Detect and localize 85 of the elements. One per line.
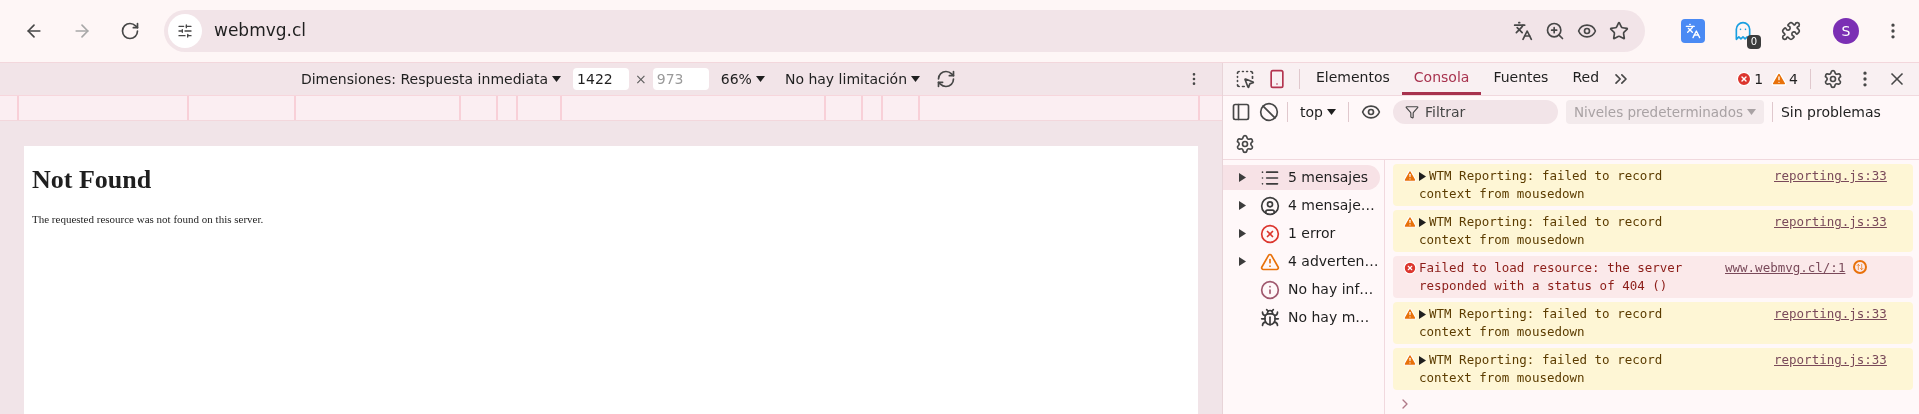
expand-triangle-icon[interactable]: [1239, 229, 1246, 238]
settings-icon[interactable]: [1823, 69, 1843, 89]
reload-icon: [120, 21, 140, 41]
expand-triangle-icon[interactable]: [1239, 173, 1246, 182]
caret-icon: [911, 76, 920, 82]
devtools-tab[interactable]: Consola: [1401, 63, 1482, 95]
filter-icon: [1404, 105, 1419, 119]
message-text: responded with a status of 404 (): [1419, 277, 1669, 295]
expand-triangle-icon[interactable]: [1419, 355, 1426, 365]
source-link[interactable]: reporting.js:33: [1774, 351, 1887, 369]
extensions-icon[interactable]: [1781, 21, 1801, 41]
translate-extension-icon[interactable]: [1681, 19, 1705, 43]
source-link[interactable]: reporting.js:33: [1774, 305, 1887, 323]
expand-triangle-icon[interactable]: [1239, 257, 1246, 266]
user-icon: [1260, 195, 1280, 216]
sliders-icon: [177, 23, 193, 39]
page-heading: Not Found: [32, 164, 153, 196]
translate-icon[interactable]: [1513, 21, 1533, 41]
message-text: context from mousedown: [1419, 369, 1586, 387]
caret-icon: [552, 76, 562, 82]
throttling-dropdown[interactable]: No hay limitación: [784, 68, 920, 90]
message-text: Failed to load resource: the server: [1419, 259, 1683, 277]
network-request-icon[interactable]: [1853, 260, 1868, 274]
inspect-icon[interactable]: [1235, 69, 1255, 89]
expand-triangle-icon[interactable]: [1419, 217, 1426, 227]
error-icon: [1403, 261, 1417, 275]
clear-console-icon[interactable]: [1259, 102, 1279, 122]
caret-icon: [1326, 109, 1336, 115]
message-text: WTM Reporting: failed to record: [1429, 213, 1663, 231]
warning-icon: [1403, 307, 1417, 321]
message-text: context from mousedown: [1419, 185, 1586, 203]
sidebar-item[interactable]: 1 error: [1223, 221, 1380, 246]
eye-icon[interactable]: [1577, 21, 1597, 41]
expand-triangle-icon[interactable]: [1419, 309, 1426, 319]
message-text: context from mousedown: [1419, 231, 1586, 249]
warning-count-icon: [1771, 71, 1788, 87]
source-link[interactable]: reporting.js:33: [1774, 213, 1887, 231]
source-link[interactable]: reporting.js:33: [1774, 167, 1887, 185]
message-text: context from mousedown: [1419, 323, 1586, 341]
context-dropdown[interactable]: top: [1296, 101, 1340, 123]
extension-badge: 0: [1746, 35, 1761, 49]
bug-icon: [1260, 307, 1280, 328]
warning-icon: [1403, 169, 1417, 183]
warning-count[interactable]: 4: [1789, 68, 1798, 90]
issues-button[interactable]: Sin problemas: [1780, 101, 1881, 123]
address-bar[interactable]: webmvg.cl: [164, 10, 1645, 52]
filter-field[interactable]: Filtrar: [1392, 100, 1558, 124]
profile-avatar[interactable]: S: [1833, 18, 1859, 44]
source-link[interactable]: www.webmvg.cl/:1: [1725, 259, 1846, 277]
warning-icon: [1260, 251, 1280, 272]
message-text: WTM Reporting: failed to record: [1429, 305, 1663, 323]
error-count-icon: [1736, 71, 1753, 87]
message-text: WTM Reporting: failed to record: [1429, 167, 1663, 185]
sidebar-item[interactable]: No hay m…: [1223, 305, 1380, 330]
address-text: webmvg.cl: [214, 19, 308, 43]
live-expression-icon[interactable]: [1360, 102, 1381, 122]
rotate-icon[interactable]: [936, 69, 956, 89]
warning-icon: [1403, 215, 1417, 229]
sidebar-item[interactable]: 5 mensajes: [1223, 165, 1380, 190]
console-settings-icon[interactable]: [1235, 133, 1255, 154]
sidebar-toggle-icon[interactable]: [1231, 102, 1251, 122]
info-icon: [1260, 279, 1280, 300]
devtools-tab[interactable]: Elementos: [1304, 63, 1402, 95]
bookmark-star-icon[interactable]: [1609, 21, 1629, 41]
sidebar-item[interactable]: No hay inf…: [1223, 277, 1380, 302]
site-info-button[interactable]: [168, 14, 202, 48]
sidebar-item[interactable]: 4 adverten…: [1223, 249, 1380, 274]
caret-icon: [755, 76, 765, 82]
caret-icon: [1746, 109, 1756, 115]
width-field[interactable]: 1422: [573, 68, 630, 90]
device-toolbar-icon[interactable]: [1267, 69, 1287, 89]
expand-triangle-icon[interactable]: [1239, 201, 1246, 210]
devtools-tab[interactable]: Red: [1560, 63, 1612, 95]
page-message: The requested resource was not found on this server.: [32, 211, 265, 227]
expand-triangle-icon[interactable]: [1419, 171, 1426, 181]
times-sign: ×: [635, 69, 647, 89]
devtools-tab[interactable]: Fuentes: [1481, 63, 1561, 95]
zoom-icon[interactable]: [1545, 21, 1565, 41]
zoom-dropdown[interactable]: 66%: [720, 68, 765, 90]
error-icon: [1260, 223, 1280, 244]
dimensions-dropdown[interactable]: Dimensiones: Respuesta inmediata: [300, 68, 562, 90]
warning-icon: [1403, 353, 1417, 367]
message-text: WTM Reporting: failed to record: [1429, 351, 1663, 369]
error-count[interactable]: 1: [1754, 68, 1764, 90]
sidebar-item[interactable]: 4 mensaje…: [1223, 193, 1380, 218]
